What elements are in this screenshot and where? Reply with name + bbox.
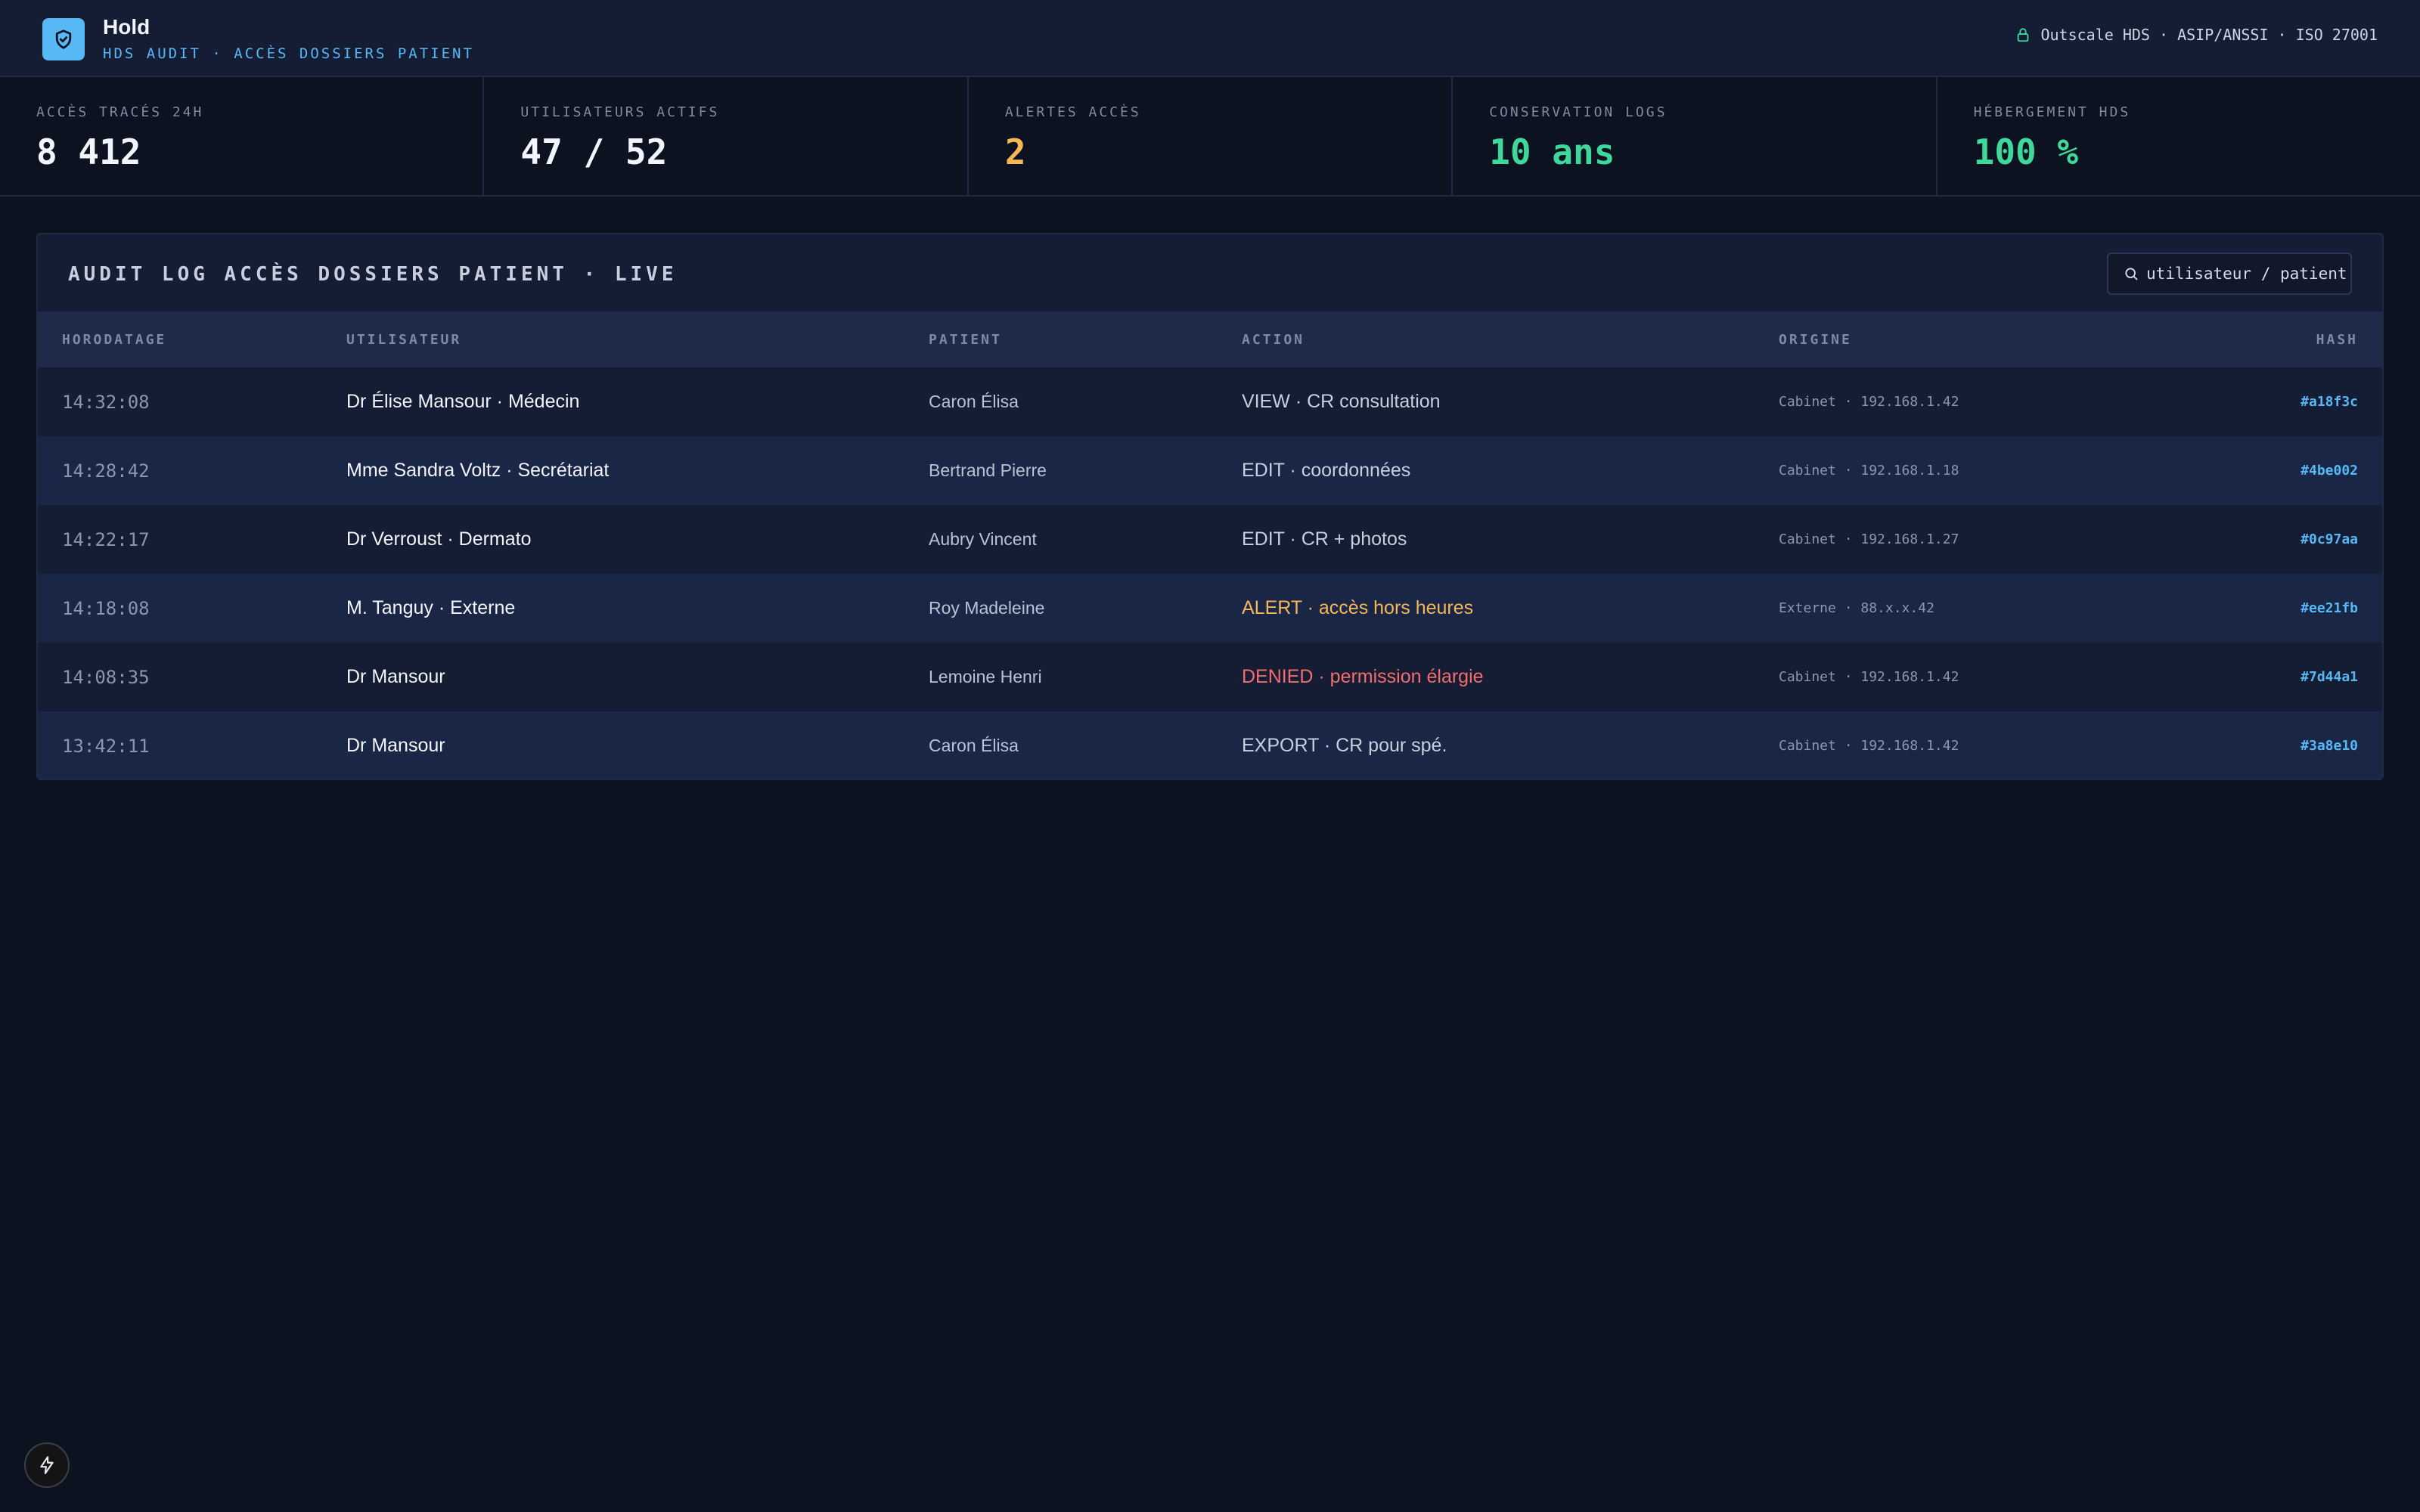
cell-timestamp: 14:08:35	[62, 666, 150, 688]
table-row[interactable]: 14:32:08 Dr Élise Mansour · Médecin Caro…	[38, 367, 2382, 436]
column-header-patient[interactable]: Patient	[904, 311, 1218, 367]
shield-check-icon	[55, 29, 72, 49]
cell-timestamp: 14:22:17	[62, 528, 150, 550]
table-row[interactable]: 14:08:35 Dr Mansour Lemoine Henri DENIED…	[38, 643, 2382, 711]
compliance-badge: Outscale HDS · ASIP/ANSSI · ISO 27001	[2015, 26, 2378, 44]
cell-hash[interactable]: #0c97aa	[2148, 505, 2382, 574]
cell-timestamp: 13:42:11	[62, 735, 150, 757]
audit-log-table: Horodatage Utilisateur Patient Action Or…	[38, 311, 2382, 779]
cell-timestamp: 14:18:08	[62, 597, 150, 619]
cell-hash[interactable]: #4be002	[2148, 436, 2382, 505]
stat-value: 100 %	[1973, 132, 2079, 172]
cell-hash[interactable]: #a18f3c	[2148, 367, 2382, 436]
bolt-button[interactable]	[24, 1442, 70, 1488]
cell-hash[interactable]: #3a8e10	[2148, 711, 2382, 779]
column-header-origin[interactable]: Origine	[1754, 311, 2148, 367]
cell-origin: Cabinet · 192.168.1.42	[1779, 669, 1959, 685]
cell-timestamp: 14:32:08	[62, 391, 150, 413]
lock-icon	[2018, 28, 2029, 42]
stat-value: 47 / 52	[520, 132, 668, 172]
stat-access-alerts: Alertes accès 2	[969, 77, 1454, 195]
stat-label: Alertes accès	[1004, 104, 1141, 120]
cell-patient: Roy Madeleine	[929, 598, 1045, 618]
column-header-user[interactable]: Utilisateur	[322, 311, 904, 367]
cell-action: EXPORT · CR pour spé.	[1242, 735, 1447, 756]
search-input[interactable]: utilisateur / patient	[2107, 253, 2352, 295]
app-name: Hold	[103, 15, 150, 39]
cell-origin: Cabinet · 192.168.1.18	[1779, 463, 1959, 479]
panel-title: AUDIT LOG ACCÈS DOSSIERS PATIENT · LIVE	[68, 263, 678, 286]
cell-patient: Caron Élisa	[929, 392, 1019, 411]
column-header-hash[interactable]: Hash	[2148, 311, 2382, 367]
stats-bar: Accès tracés 24h 8 412 Utilisateurs acti…	[0, 77, 2420, 197]
top-bar: Hold HDS AUDIT · ACCÈS DOSSIERS PATIENT …	[0, 0, 2420, 77]
stat-label: Hébergement HDS	[1973, 104, 2131, 120]
table-header-row: Horodatage Utilisateur Patient Action Or…	[38, 311, 2382, 367]
cell-origin: Cabinet · 192.168.1.42	[1779, 738, 1959, 754]
cell-user: Dr Mansour	[346, 735, 445, 756]
table-row[interactable]: 14:18:08 M. Tanguy · Externe Roy Madelei…	[38, 574, 2382, 643]
stat-active-users: Utilisateurs actifs 47 / 52	[484, 77, 969, 195]
stat-label: Utilisateurs actifs	[520, 104, 720, 120]
cell-user: Dr Mansour	[346, 666, 445, 687]
cell-action: VIEW · CR consultation	[1242, 391, 1441, 412]
stat-value: 8 412	[36, 132, 141, 172]
cell-user: Dr Verroust · Dermato	[346, 528, 532, 550]
audit-log-panel: AUDIT LOG ACCÈS DOSSIERS PATIENT · LIVE …	[36, 233, 2384, 780]
cell-action-alert: ALERT · accès hors heures	[1242, 597, 1474, 618]
column-header-timestamp[interactable]: Horodatage	[38, 311, 322, 367]
table-row[interactable]: 14:28:42 Mme Sandra Voltz · Secrétariat …	[38, 436, 2382, 505]
table-row[interactable]: 13:42:11 Dr Mansour Caron Élisa EXPORT ·…	[38, 711, 2382, 779]
cell-hash[interactable]: #ee21fb	[2148, 574, 2382, 643]
bolt-icon	[40, 1456, 54, 1474]
cell-hash[interactable]: #7d44a1	[2148, 643, 2382, 711]
app-subtitle: HDS AUDIT · ACCÈS DOSSIERS PATIENT	[103, 45, 474, 62]
search-icon	[2125, 268, 2138, 280]
column-header-action[interactable]: Action	[1218, 311, 1754, 367]
stat-value: 2	[1004, 132, 1026, 172]
stat-label: Conservation logs	[1489, 104, 1668, 120]
cell-patient: Aubry Vincent	[929, 529, 1037, 549]
stat-hds-hosting: Hébergement HDS 100 %	[1938, 77, 2420, 195]
app-logo[interactable]	[42, 18, 85, 60]
cell-user: M. Tanguy · Externe	[346, 597, 516, 618]
cell-user: Dr Élise Mansour · Médecin	[346, 391, 580, 412]
compliance-text: Outscale HDS · ASIP/ANSSI · ISO 27001	[2040, 26, 2378, 44]
cell-origin: Cabinet · 192.168.1.42	[1779, 394, 1959, 410]
cell-patient: Lemoine Henri	[929, 667, 1042, 686]
cell-user: Mme Sandra Voltz · Secrétariat	[346, 460, 610, 481]
cell-origin: Cabinet · 192.168.1.27	[1779, 531, 1959, 547]
cell-action-denied: DENIED · permission élargie	[1242, 666, 1484, 687]
search-value: utilisateur / patient	[2146, 265, 2347, 283]
stat-value: 10 ans	[1489, 132, 1615, 172]
cell-origin: Externe · 88.x.x.42	[1779, 600, 1934, 616]
cell-patient: Bertrand Pierre	[929, 460, 1047, 480]
cell-action: EDIT · CR + photos	[1242, 528, 1407, 550]
cell-patient: Caron Élisa	[929, 736, 1019, 755]
cell-action: EDIT · coordonnées	[1242, 460, 1411, 481]
table-row[interactable]: 14:22:17 Dr Verroust · Dermato Aubry Vin…	[38, 505, 2382, 574]
stat-log-retention: Conservation logs 10 ans	[1453, 77, 1938, 195]
stat-access-24h: Accès tracés 24h 8 412	[0, 77, 485, 195]
cell-timestamp: 14:28:42	[62, 460, 150, 482]
stat-label: Accès tracés 24h	[36, 104, 204, 120]
